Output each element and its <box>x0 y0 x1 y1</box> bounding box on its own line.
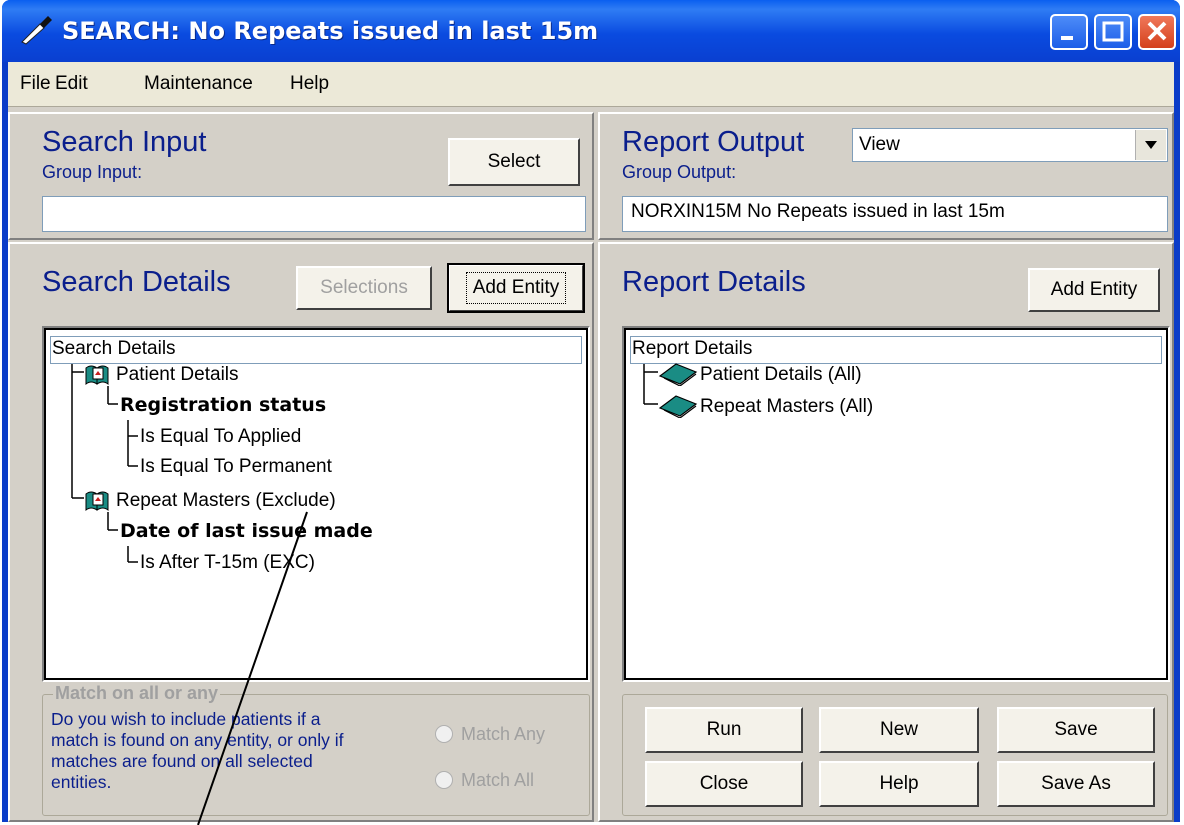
annotation-line <box>197 511 308 825</box>
